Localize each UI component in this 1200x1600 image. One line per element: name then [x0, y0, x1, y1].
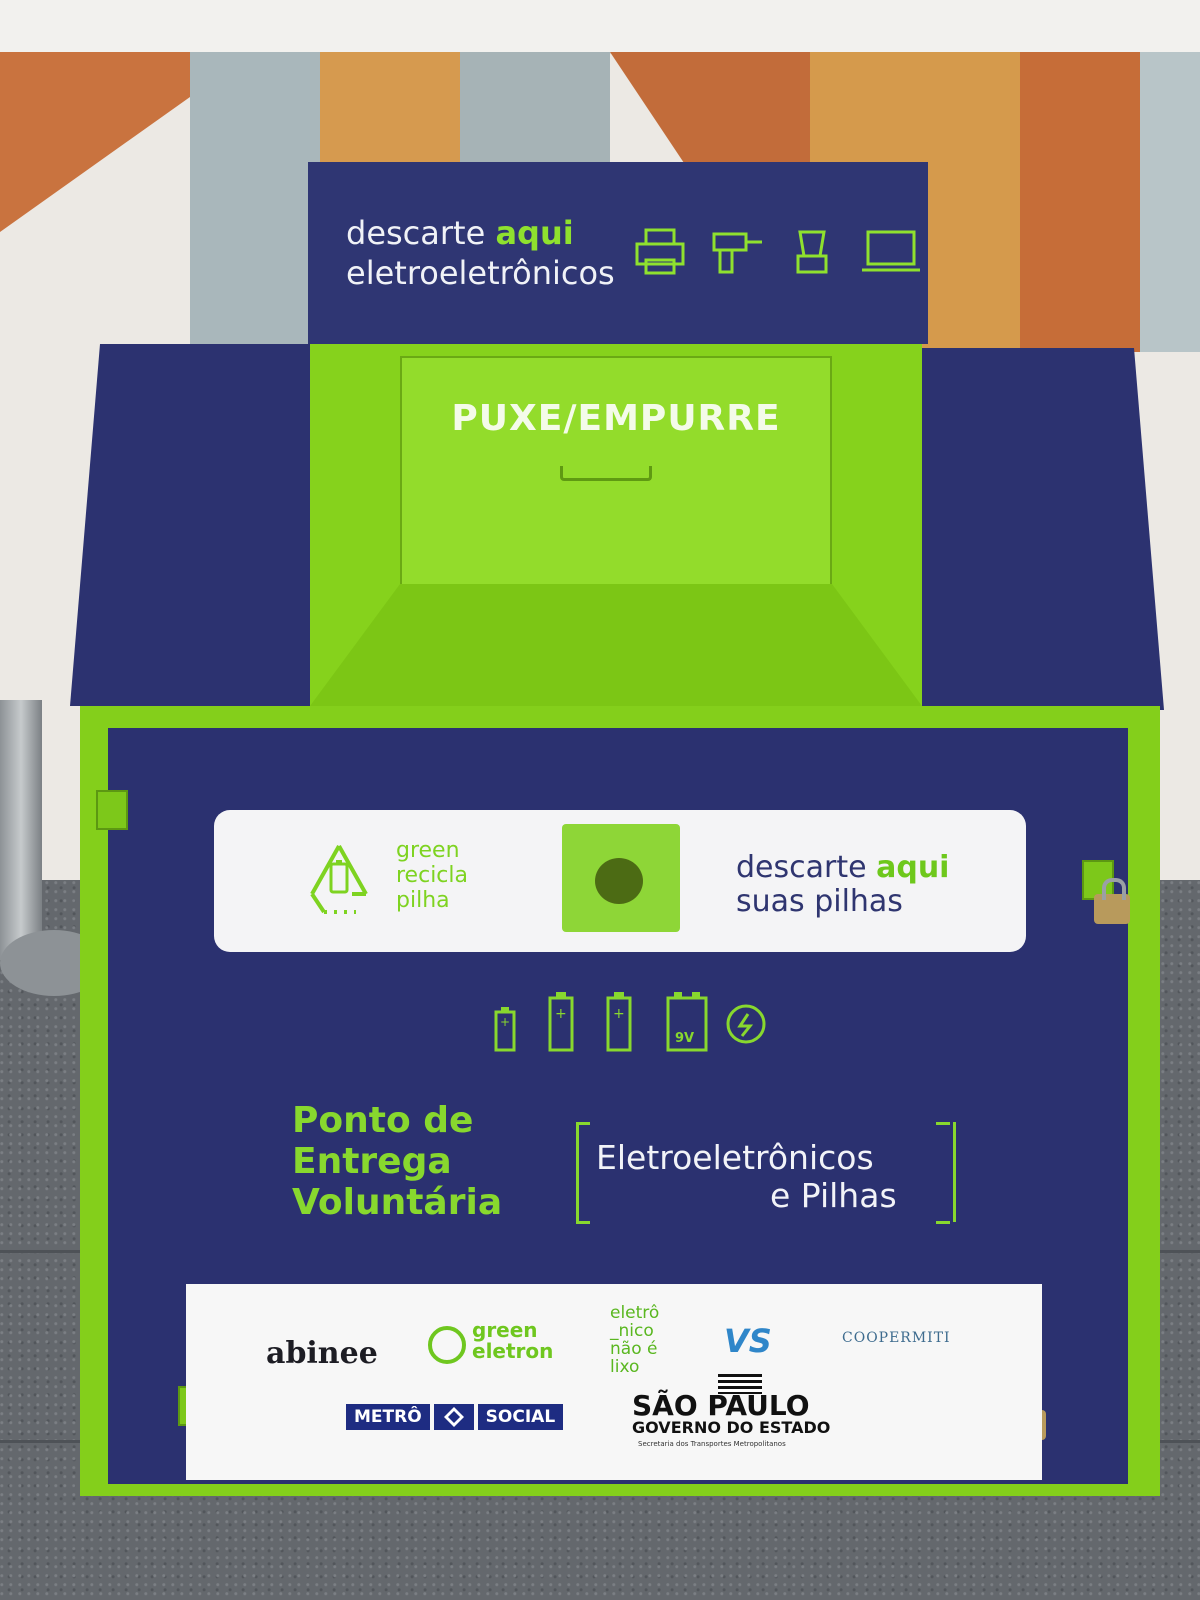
green-recicla-pilha-logo: green recicla pilha: [396, 838, 468, 913]
aa-battery-icon: +: [494, 1007, 516, 1052]
metro-label: METRÔ: [346, 1404, 430, 1430]
9v-battery-icon: 9V: [666, 992, 708, 1052]
ele-line4: lixo: [610, 1357, 640, 1377]
ele-line3: não é: [610, 1339, 658, 1359]
ele-line2: _nico: [610, 1321, 654, 1341]
sao-paulo-title: SÃO PAULO: [632, 1389, 810, 1422]
green-eletron-icon: [428, 1326, 466, 1364]
printer-icon: [635, 228, 685, 275]
svg-text:+: +: [555, 1006, 567, 1022]
disposal-chute[interactable]: PUXE/EMPURRE: [310, 344, 922, 706]
wall-stripe: [190, 52, 320, 352]
laptop-icon: [862, 230, 920, 272]
voluntary-delivery-point-title: Ponto de Entrega Voluntária: [292, 1100, 502, 1223]
bracket-corner: [576, 1122, 590, 1125]
button-cell-icon: [726, 1004, 766, 1044]
eletronico-nao-e-lixo-logo: eletrô _nico não é lixo: [610, 1304, 659, 1376]
pev-line3: Voluntária: [292, 1182, 503, 1223]
ele-line1: eletrô: [610, 1303, 660, 1323]
padlock-icon[interactable]: [1094, 878, 1130, 924]
wall-stripe: [0, 52, 190, 232]
bracket-corner: [936, 1122, 950, 1125]
recycle-battery-icon: [310, 845, 368, 914]
svg-text:+: +: [500, 1015, 510, 1029]
abinee-logo: abinee: [266, 1336, 378, 1371]
category-line1: Eletroeletrônicos: [596, 1138, 874, 1177]
svg-text:+: +: [613, 1006, 625, 1022]
appliance-icons: [634, 228, 922, 276]
c-battery-icon: +: [606, 992, 632, 1052]
blender-icon: [796, 230, 828, 274]
metro-social-logo: METRÔ SOCIAL: [346, 1404, 564, 1430]
brand-line3: pilha: [396, 888, 450, 913]
brand-line1: green: [396, 838, 460, 863]
wall-top-band: [0, 0, 1200, 54]
battery-slot[interactable]: [595, 858, 643, 904]
bracket-corner: [936, 1221, 950, 1224]
chute-floor: [310, 584, 922, 706]
bracket-corner: [576, 1221, 590, 1224]
9v-label: 9V: [675, 1031, 694, 1046]
top-sign-line1: descarte aqui: [346, 214, 574, 252]
metal-pole: [0, 700, 42, 960]
roof-right-panel: [916, 348, 1164, 710]
green-eletron-logo: green eletron: [472, 1320, 553, 1362]
pill-right-line1: descarte aqui: [736, 850, 950, 885]
category-line2: e Pilhas: [770, 1176, 897, 1215]
pev-line1: Ponto de: [292, 1100, 474, 1141]
ge-line1: green: [472, 1318, 538, 1342]
battery-icon-row: + + + 9V: [494, 992, 766, 1052]
coopermiti-logo: COOPERMITI: [842, 1330, 951, 1346]
pev-line2: Entrega: [292, 1141, 452, 1182]
drill-icon: [712, 232, 762, 274]
top-sign-line2: eletroeletrônicos: [346, 254, 615, 292]
top-sign-panel: descarte aqui eletroeletrônicos: [308, 162, 928, 344]
wall-stripe: [1140, 52, 1200, 352]
pill-right-line2: suas pilhas: [736, 884, 903, 919]
hinge: [96, 790, 128, 830]
governo-do-estado: GOVERNO DO ESTADO: [632, 1418, 831, 1437]
wall-stripe: [1020, 52, 1140, 352]
ge-line2: eletron: [472, 1339, 554, 1363]
metro-diamond-icon: [433, 1404, 474, 1430]
chute-label: PUXE/EMPURRE: [451, 398, 781, 439]
c-battery-icon: +: [548, 992, 574, 1052]
vs-logo: VS: [724, 1322, 772, 1360]
social-label: SOCIAL: [477, 1404, 564, 1430]
flap-handle[interactable]: [560, 466, 652, 481]
secretaria-text: Secretaria dos Transportes Metropolitano…: [638, 1440, 786, 1448]
roof-left-panel: [70, 344, 320, 706]
brand-line2: recicla: [396, 863, 468, 888]
